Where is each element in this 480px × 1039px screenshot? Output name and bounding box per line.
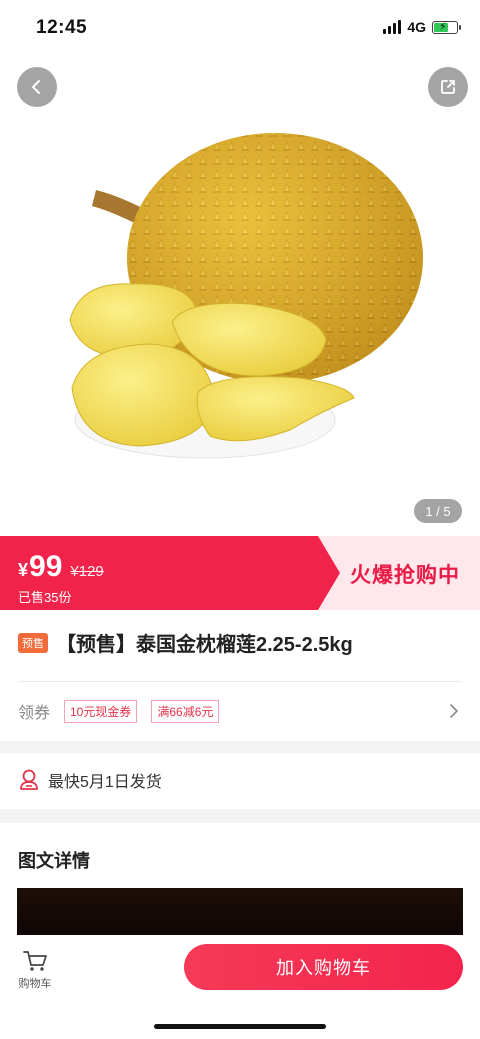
price-bar: ¥ 99 ¥129 已售35份 火爆抢购中 xyxy=(0,536,480,610)
shipping-row: 最快5月1日发货 xyxy=(18,768,162,792)
home-indicator xyxy=(154,1024,326,1029)
status-bar: 12:45 4G ⚡ xyxy=(0,0,480,56)
network-label: 4G xyxy=(407,19,426,35)
chevron-right-icon xyxy=(450,704,458,718)
detail-section-title: 图文详情 xyxy=(18,851,90,871)
section-gap xyxy=(0,741,480,753)
share-button[interactable] xyxy=(428,67,468,107)
signal-icon xyxy=(383,20,402,34)
status-indicators: 4G ⚡ xyxy=(383,19,461,35)
product-title-row: 预售 【预售】泰国金枕榴莲2.25-2.5kg xyxy=(18,628,353,657)
shipping-icon xyxy=(20,769,38,790)
price-block: ¥ 99 ¥129 xyxy=(18,550,104,584)
price-currency: ¥ xyxy=(18,560,29,580)
shipping-text: 最快5月1日发货 xyxy=(48,774,162,791)
product-image-carousel[interactable]: 1 / 5 xyxy=(0,0,480,536)
cart-tab[interactable]: 购物车 xyxy=(16,949,54,991)
coupon-cash[interactable]: 10元现金券 xyxy=(64,699,138,723)
image-pager: 1 / 5 xyxy=(414,499,462,523)
section-gap xyxy=(0,809,480,823)
presale-tag: 预售 xyxy=(18,632,48,653)
add-to-cart-button[interactable]: 加入购物车 xyxy=(184,944,463,990)
back-button[interactable] xyxy=(17,67,57,107)
sold-count: 已售35份 xyxy=(18,590,72,605)
bottom-action-bar: 购物车 加入购物车 xyxy=(0,935,480,1039)
coupon-label: 领券 xyxy=(18,705,51,722)
product-title: 【预售】泰国金枕榴莲2.25-2.5kg xyxy=(56,634,353,656)
coupon-row[interactable]: 领券 10元现金券 满66减6元 xyxy=(18,695,462,727)
status-time: 12:45 xyxy=(36,17,88,38)
original-price: ¥129 xyxy=(70,563,104,580)
coupon-discount[interactable]: 满66减6元 xyxy=(151,699,220,723)
divider xyxy=(18,681,462,682)
share-icon xyxy=(441,80,455,94)
flash-sale-label: 火爆抢购中 xyxy=(350,564,460,587)
price-value: 99 xyxy=(29,550,63,583)
cart-label: 购物车 xyxy=(18,978,52,990)
durian-image xyxy=(69,133,423,459)
battery-icon: ⚡ xyxy=(432,20,461,34)
back-icon xyxy=(32,80,40,94)
cart-icon xyxy=(23,951,47,971)
